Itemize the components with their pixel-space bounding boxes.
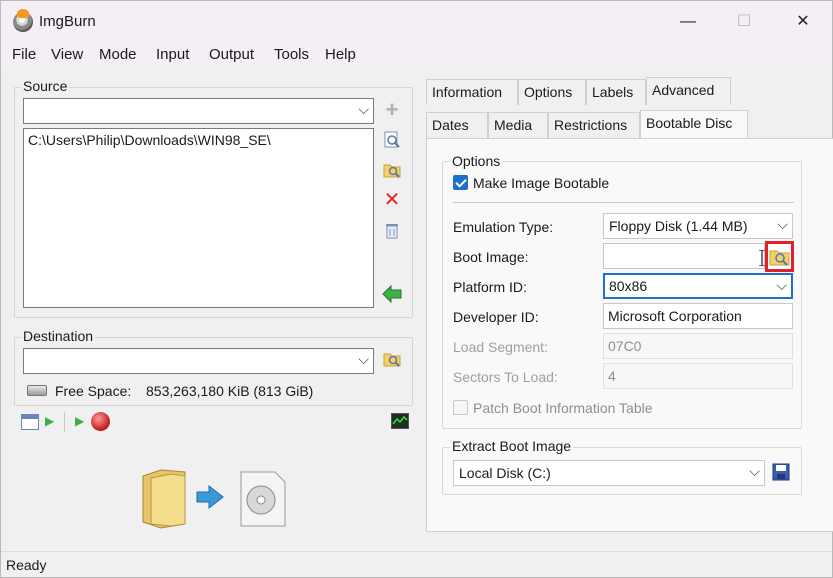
status-text: Ready — [6, 557, 47, 573]
browse-boot-image-button[interactable] — [765, 241, 794, 272]
browse-file-icon[interactable] — [382, 131, 402, 151]
source-combo[interactable]: ⌵ — [23, 98, 374, 124]
platform-id-label: Platform ID: — [453, 279, 527, 295]
patch-boot-checkbox — [453, 400, 468, 415]
menu-input[interactable]: Input — [156, 46, 189, 63]
chevron-down-icon: ⌵ — [776, 277, 787, 293]
maximize-button[interactable]: ☐ — [729, 9, 759, 35]
free-space-value: 853,263,180 KiB (813 GiB) — [146, 383, 314, 399]
source-file-list[interactable]: C:\Users\Philip\Downloads\WIN98_SE\ — [23, 128, 374, 308]
chevron-down-icon: ⌵ — [358, 101, 369, 117]
tab-bootable-disc[interactable]: Bootable Disc — [640, 110, 748, 139]
developer-id-input[interactable]: Microsoft Corporation — [603, 303, 793, 329]
destination-label: Destination — [21, 328, 96, 344]
calculate-icon[interactable] — [381, 284, 402, 304]
menu-tools[interactable]: Tools — [274, 46, 309, 63]
status-bar: Ready — [1, 551, 832, 577]
sectors-to-load-value: 4 — [608, 368, 616, 384]
tab-media[interactable]: Media — [488, 112, 548, 138]
imgburn-logo-icon — [13, 9, 33, 32]
load-segment-input: 07C0 — [603, 333, 793, 359]
hard-drive-icon — [27, 385, 47, 396]
tab-restrictions[interactable]: Restrictions — [548, 112, 640, 138]
load-segment-value: 07C0 — [608, 338, 642, 354]
extract-drive-value: Local Disk (C:) — [459, 465, 551, 481]
add-file-icon[interactable]: + — [382, 99, 402, 121]
minimize-button[interactable]: — — [673, 9, 703, 35]
tab-advanced[interactable]: Advanced — [646, 77, 731, 105]
options-divider — [453, 202, 794, 203]
menu-bar: File View Mode Input Output Tools Help — [1, 43, 832, 67]
menu-file[interactable]: File — [12, 46, 36, 63]
boot-image-input[interactable] — [603, 243, 765, 269]
play-queue-icon[interactable]: ▶ — [75, 414, 84, 428]
make-bootable-checkbox[interactable] — [453, 175, 468, 190]
list-item[interactable]: C:\Users\Philip\Downloads\WIN98_SE\ — [28, 132, 369, 148]
sectors-to-load-label: Sectors To Load: — [453, 369, 558, 385]
tab-information[interactable]: Information — [426, 79, 518, 105]
title-bar: ImgBurn — ☐ ✕ — [1, 1, 832, 43]
toolbar-divider — [64, 412, 65, 432]
menu-help[interactable]: Help — [325, 46, 356, 63]
options-label: Options — [450, 153, 503, 169]
save-icon[interactable] — [771, 463, 791, 483]
emulation-type-value: Floppy Disk (1.44 MB) — [609, 218, 748, 234]
log-window-icon[interactable] — [21, 414, 39, 430]
platform-id-select[interactable]: 80x86 ⌵ — [603, 273, 793, 299]
extract-boot-label: Extract Boot Image — [450, 438, 574, 454]
folder-to-image-graphic — [141, 466, 291, 533]
emulation-type-label: Emulation Type: — [453, 219, 554, 235]
developer-id-value: Microsoft Corporation — [608, 308, 742, 324]
destination-combo[interactable]: ⌵ — [23, 348, 374, 374]
browse-folder-icon[interactable] — [382, 161, 402, 181]
platform-id-value: 80x86 — [609, 278, 648, 294]
chevron-down-icon: ⌵ — [358, 351, 369, 367]
menu-output[interactable]: Output — [209, 46, 254, 63]
sectors-to-load-input: 4 — [603, 363, 793, 389]
burn-disc-icon[interactable] — [91, 412, 110, 431]
tab-options[interactable]: Options — [518, 79, 586, 105]
emulation-type-select[interactable]: Floppy Disk (1.44 MB) ⌵ — [603, 213, 793, 239]
boot-image-label: Boot Image: — [453, 249, 529, 265]
imgburn-window: ImgBurn — ☐ ✕ File View Mode Input Outpu… — [0, 0, 833, 578]
graph-icon[interactable] — [391, 413, 409, 429]
make-bootable-label: Make Image Bootable — [473, 175, 610, 191]
close-button[interactable]: ✕ — [788, 9, 818, 35]
chevron-down-icon: ⌵ — [777, 216, 788, 232]
menu-view[interactable]: View — [51, 46, 83, 63]
browse-destination-icon[interactable] — [382, 350, 402, 370]
load-segment-label: Load Segment: — [453, 339, 548, 355]
chevron-down-icon: ⌵ — [749, 463, 760, 479]
tab-dates[interactable]: Dates — [426, 112, 488, 138]
extract-drive-select[interactable]: Local Disk (C:) ⌵ — [453, 460, 765, 486]
free-space-label: Free Space: — [55, 383, 132, 399]
clear-list-icon[interactable] — [382, 222, 402, 242]
browse-folder-icon — [769, 250, 790, 266]
tab-labels[interactable]: Labels — [586, 79, 646, 105]
developer-id-label: Developer ID: — [453, 309, 539, 325]
remove-icon[interactable]: ✕ — [382, 190, 402, 210]
menu-mode[interactable]: Mode — [99, 46, 137, 63]
play-icon[interactable]: ▶ — [45, 414, 54, 428]
window-title: ImgBurn — [39, 13, 96, 30]
patch-boot-label: Patch Boot Information Table — [473, 400, 653, 416]
source-label: Source — [21, 78, 70, 94]
